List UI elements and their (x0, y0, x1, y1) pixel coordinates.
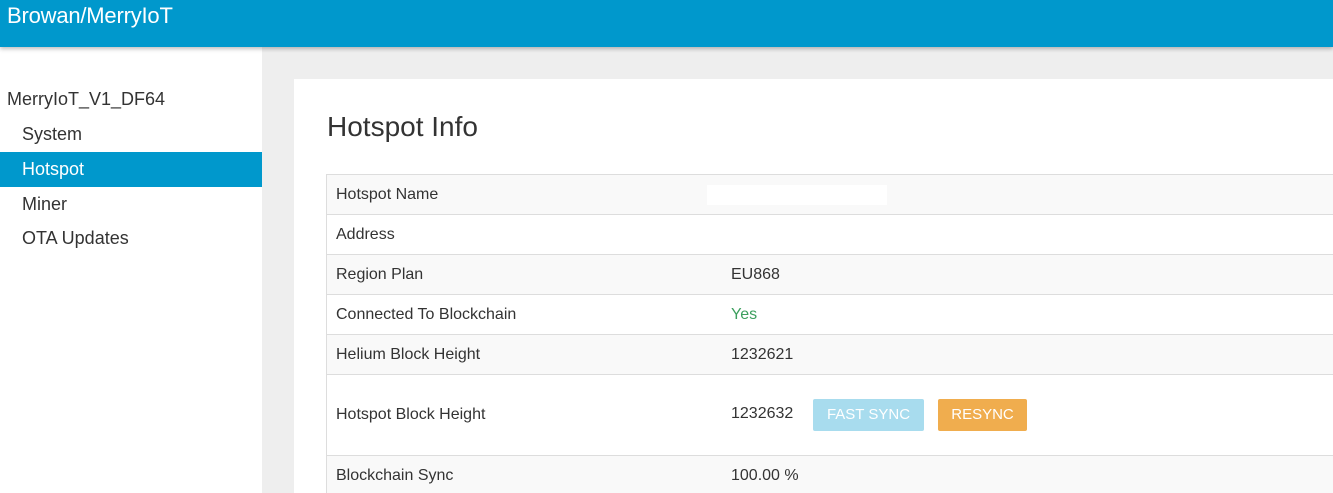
table-row-hotspot-block-height: Hotspot Block Height 1232632 FAST SYNC R… (326, 375, 1333, 456)
redacted-value (707, 185, 887, 205)
row-label: Blockchain Sync (336, 467, 454, 484)
table-row-connected-to-blockchain: Connected To Blockchain Yes (326, 295, 1333, 335)
page-title: Hotspot Info (327, 111, 478, 142)
fast-sync-button[interactable]: FAST SYNC (813, 399, 924, 431)
connection-status: Yes (731, 306, 758, 323)
row-label: Address (336, 226, 395, 243)
resync-button[interactable]: RESYNC (938, 399, 1027, 431)
row-label: Helium Block Height (336, 346, 481, 363)
table-row-region-plan: Region Plan EU868 (326, 255, 1333, 295)
row-value: 1232621 (731, 346, 794, 363)
table-row-blockchain-sync: Blockchain Sync 100.00 % (326, 456, 1333, 493)
sidebar-item-hotspot[interactable]: Hotspot (0, 152, 262, 187)
top-bar: Browan/MerryIoT (0, 0, 1333, 47)
device-name: MerryIoT_V1_DF64 (7, 89, 166, 109)
row-label: Connected To Blockchain (336, 306, 517, 323)
sidebar-item-miner[interactable]: Miner (0, 187, 262, 222)
hotspot-info-table: Hotspot Name Address Region Plan EU868 C… (326, 174, 1333, 493)
brand-title[interactable]: Browan/MerryIoT (7, 3, 173, 29)
table-row-helium-block-height: Helium Block Height 1232621 (326, 335, 1333, 375)
row-label: Hotspot Name (336, 186, 439, 203)
table-row-hotspot-name: Hotspot Name (326, 175, 1333, 215)
main-content: Hotspot Info Hotspot Name Address Region… (262, 47, 1333, 493)
hotspot-info-card: Hotspot Info Hotspot Name Address Region… (294, 79, 1333, 493)
row-label: Hotspot Block Height (336, 406, 486, 423)
sidebar: MerryIoT_V1_DF64 System Hotspot Miner OT… (0, 47, 262, 493)
row-value: EU868 (731, 266, 780, 283)
sidebar-item-system[interactable]: System (0, 117, 262, 152)
row-value: 1232632 (731, 405, 794, 422)
row-label: Region Plan (336, 266, 424, 283)
table-row-address: Address (326, 215, 1333, 255)
sync-progress: 100.00 % (731, 467, 799, 484)
sidebar-item-ota-updates[interactable]: OTA Updates (0, 221, 262, 256)
